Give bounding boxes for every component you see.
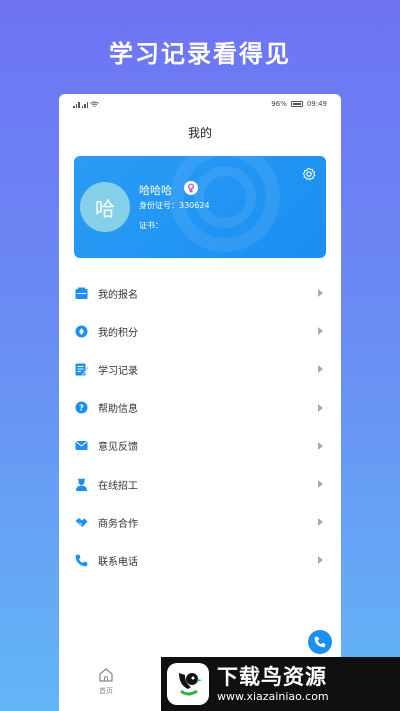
menu-item-label: 在线招工 (98, 480, 138, 492)
menu-item-registration[interactable]: 我的报名 (59, 274, 341, 312)
registration-icon (75, 287, 88, 300)
settings-gear-icon[interactable] (302, 166, 316, 181)
female-gender-icon (184, 181, 198, 195)
user-name: 哈哈哈 (139, 184, 172, 197)
menu-item-help[interactable]: ? 帮助信息 (59, 389, 341, 427)
points-icon (75, 325, 88, 338)
floating-call-button[interactable] (308, 630, 332, 654)
menu-item-label: 帮助信息 (98, 404, 138, 416)
tab-home-label: 首页 (99, 687, 113, 695)
promo-title: 学习记录看得见 (109, 40, 291, 68)
menu-item-contact[interactable]: 联系电话 (59, 541, 341, 579)
chevron-right-icon (318, 441, 323, 450)
avatar[interactable]: 哈 (80, 182, 130, 232)
watermark-brand: 下载鸟资源 (217, 665, 327, 689)
battery-percent: 96% (271, 100, 287, 108)
menu-list: 我的报名 我的积分 学习记录 ? 帮助信息 意见反馈 在线招工 商务合作 联系电… (59, 274, 341, 580)
chevron-right-icon (318, 556, 323, 565)
menu-item-label: 我的报名 (98, 289, 138, 301)
study-record-icon (75, 363, 88, 376)
watermark-text: 下载鸟资源 www.xiazainiao.com (217, 664, 329, 704)
phone-icon (75, 554, 88, 567)
phone-screen: 96% 09:49 我的 哈 哈哈哈 身份证号：330624 证书： 我的报名 (59, 94, 341, 711)
recruit-icon (75, 478, 88, 491)
watermark-banner: 下载鸟资源 www.xiazainiao.com (161, 657, 400, 711)
id-number: 身份证号：330624 (139, 201, 210, 210)
chevron-right-icon (318, 480, 323, 489)
bird-logo-icon (167, 663, 209, 705)
watermark-url: www.xiazainiao.com (217, 690, 329, 703)
menu-item-label: 学习记录 (98, 365, 138, 377)
help-icon: ? (75, 401, 88, 414)
menu-item-business[interactable]: 商务合作 (59, 503, 341, 541)
signal-icon (73, 101, 80, 108)
battery-icon (290, 101, 303, 107)
menu-item-study-record[interactable]: 学习记录 (59, 350, 341, 388)
signal-icon-2 (81, 101, 88, 108)
phone-icon (314, 636, 326, 648)
profile-card[interactable]: 哈 哈哈哈 身份证号：330624 证书： (74, 156, 326, 258)
menu-item-label: 意见反馈 (98, 442, 138, 454)
menu-item-points[interactable]: 我的积分 (59, 312, 341, 350)
status-right-group: 96% 09:49 (271, 100, 327, 108)
feedback-icon (75, 439, 88, 452)
home-icon (99, 668, 113, 682)
chevron-right-icon (318, 365, 323, 374)
handshake-icon (75, 516, 88, 529)
status-time: 09:49 (306, 100, 327, 108)
status-bar: 96% 09:49 (59, 94, 341, 114)
menu-item-label: 我的积分 (98, 327, 138, 339)
chevron-right-icon (318, 518, 323, 527)
chevron-right-icon (318, 403, 323, 412)
menu-item-recruit[interactable]: 在线招工 (59, 465, 341, 503)
page-title: 我的 (187, 126, 212, 140)
certificate-line: 证书： (139, 221, 163, 230)
tab-home[interactable]: 首页 (76, 667, 136, 711)
chevron-right-icon (318, 289, 323, 298)
wifi-icon (90, 101, 99, 107)
svg-text:?: ? (79, 404, 84, 413)
menu-item-label: 商务合作 (98, 518, 138, 530)
status-signal-group (73, 101, 99, 108)
menu-item-feedback[interactable]: 意见反馈 (59, 427, 341, 465)
menu-item-label: 联系电话 (98, 556, 138, 568)
chevron-right-icon (318, 327, 323, 336)
card-decoration-inner (194, 166, 256, 228)
